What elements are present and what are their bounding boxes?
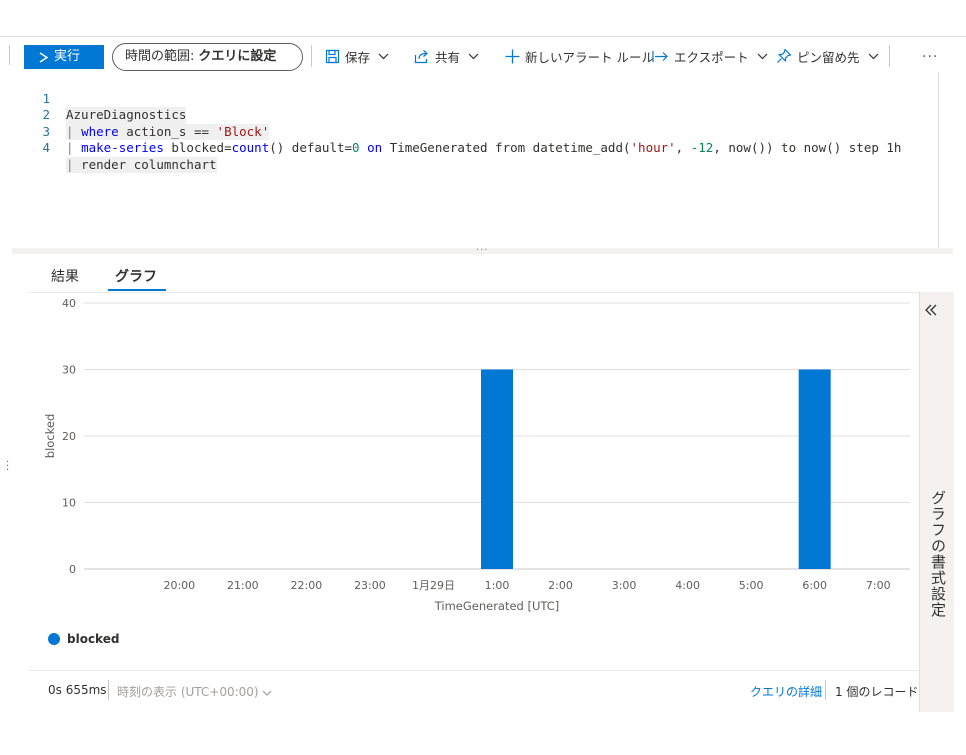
chart-area: 0 10 20 30 40 20:00 21:00 22:00 23:00 1月29日 1:00 2:… <box>28 293 918 623</box>
toolbar-divider <box>9 45 10 65</box>
status-divider <box>825 680 826 700</box>
splitter-grip-icon[interactable]: ··· <box>476 245 489 256</box>
y-tick-label: 40 <box>62 297 76 310</box>
chevron-down-icon <box>468 53 479 59</box>
tab-results[interactable]: 結果 <box>51 266 79 286</box>
tab-chart[interactable]: グラフ <box>115 266 157 286</box>
save-button[interactable]: 保存 <box>325 45 389 67</box>
share-icon <box>414 49 428 63</box>
x-tick-label: 7:00 <box>866 579 891 592</box>
code-line[interactable]: 2 | where action_s == 'Block' <box>12 91 270 140</box>
record-count: 1 個のレコード <box>835 685 919 699</box>
play-icon <box>39 51 48 63</box>
share-button[interactable]: 共有 <box>414 45 479 67</box>
x-tick-label: 5:00 <box>739 579 764 592</box>
column-chart: 0 10 20 30 40 20:00 21:00 22:00 23:00 1月29日 1:00 2:… <box>43 297 910 613</box>
y-tick-label: 20 <box>62 430 76 443</box>
chevron-down-icon <box>263 690 272 696</box>
time-range-value: クエリに設定 <box>198 49 277 64</box>
expand-panel-icon[interactable] <box>924 304 938 316</box>
chevron-down-icon <box>868 53 878 59</box>
share-label: 共有 <box>435 49 461 65</box>
code-text[interactable]: | where action_s == 'Block' <box>66 123 270 140</box>
code-line[interactable]: 4 | render columnchart <box>12 124 217 173</box>
x-axis-title: TimeGenerated [UTC] <box>434 599 560 613</box>
y-tick-label: 0 <box>69 563 76 576</box>
x-tick-label: 1:00 <box>485 579 510 592</box>
legend-label: blocked <box>67 632 120 646</box>
chevron-down-icon <box>378 53 389 59</box>
new-alert-rule-button[interactable]: 新しいアラート ルール <box>505 45 654 67</box>
chart-legend[interactable]: blocked <box>48 632 119 646</box>
active-tab-indicator <box>108 289 166 291</box>
toolbar-divider <box>889 45 890 67</box>
pane-splitter[interactable]: ··· <box>12 245 953 256</box>
x-tick-label: 20:00 <box>163 579 195 592</box>
run-button[interactable]: 実行 <box>24 45 104 69</box>
code-line[interactable]: 1 AzureDiagnostics <box>12 74 187 124</box>
save-label: 保存 <box>345 49 371 65</box>
x-tick-label: 3:00 <box>612 579 637 592</box>
new-alert-rule-label: 新しいアラート ルール <box>525 49 654 65</box>
run-label: 実行 <box>54 49 81 64</box>
bar <box>481 369 513 569</box>
code-block[interactable]: 1 AzureDiagnostics 2 | where action_s ==… <box>12 74 901 173</box>
query-duration: 0s 655ms <box>48 683 107 697</box>
query-details-link[interactable]: クエリの詳細 <box>750 683 822 700</box>
pin-icon <box>777 48 792 63</box>
code-text[interactable]: | render columnchart <box>66 156 217 173</box>
pin-to-button[interactable]: ピン留め先 <box>776 45 879 67</box>
plus-icon <box>505 49 520 63</box>
more-options-button[interactable]: ... <box>922 45 938 61</box>
chart-format-label[interactable]: グラフの書式設定 <box>928 490 949 618</box>
legend-swatch <box>48 633 60 645</box>
timezone-label: 時刻の表示 (UTC+00:00) <box>117 685 259 699</box>
export-label: エクスポート <box>674 49 749 65</box>
x-tick-label: 22:00 <box>291 579 323 592</box>
y-axis-title: blocked <box>43 414 57 458</box>
x-tick-label: 2:00 <box>548 579 573 592</box>
export-button[interactable]: エクスポート <box>652 45 768 67</box>
x-tick-label: 1月29日 <box>412 579 455 592</box>
bar <box>798 369 831 569</box>
drag-handle-icon[interactable]: · · · <box>6 458 9 476</box>
chart-format-panel[interactable]: グラフの書式設定 <box>919 292 954 712</box>
code-line[interactable]: 3 | make-series blocked=count() default=… <box>12 107 901 156</box>
export-arrow-icon <box>652 50 668 62</box>
query-toolbar: 実行 時間の範囲: クエリに設定 保存 共有 新しいアラート ルール エクスポート… <box>0 36 966 73</box>
x-tick-label: 21:00 <box>227 579 259 592</box>
time-range-button[interactable]: 時間の範囲: クエリに設定 <box>112 43 303 71</box>
code-text[interactable]: AzureDiagnostics <box>66 107 187 124</box>
toolbar-divider <box>311 45 312 67</box>
left-collapse-strip[interactable]: · · · <box>0 72 12 712</box>
editor-scrollbar[interactable] <box>938 72 939 252</box>
x-tick-label: 23:00 <box>354 579 386 592</box>
y-tick-label: 10 <box>62 497 76 510</box>
result-tabs: 結果 グラフ <box>28 256 920 293</box>
save-icon <box>325 49 340 63</box>
pin-to-label: ピン留め先 <box>797 49 860 65</box>
timezone-selector[interactable]: 時刻の表示 (UTC+00:00) <box>117 683 272 700</box>
code-text[interactable]: | make-series blocked=count() default=0 … <box>66 140 901 157</box>
chevron-down-icon <box>757 53 768 59</box>
status-divider <box>108 680 109 700</box>
line-number: 4 <box>42 140 50 155</box>
query-editor[interactable]: 1 AzureDiagnostics 2 | where action_s ==… <box>12 72 942 311</box>
x-tick-label: 6:00 <box>802 579 827 592</box>
status-bar: 0s 655ms 時刻の表示 (UTC+00:00) クエリの詳細 1 個のレコ… <box>28 670 918 709</box>
time-range-label: 時間の範囲: <box>125 49 195 64</box>
y-tick-label: 30 <box>62 364 76 377</box>
x-tick-label: 4:00 <box>675 579 700 592</box>
